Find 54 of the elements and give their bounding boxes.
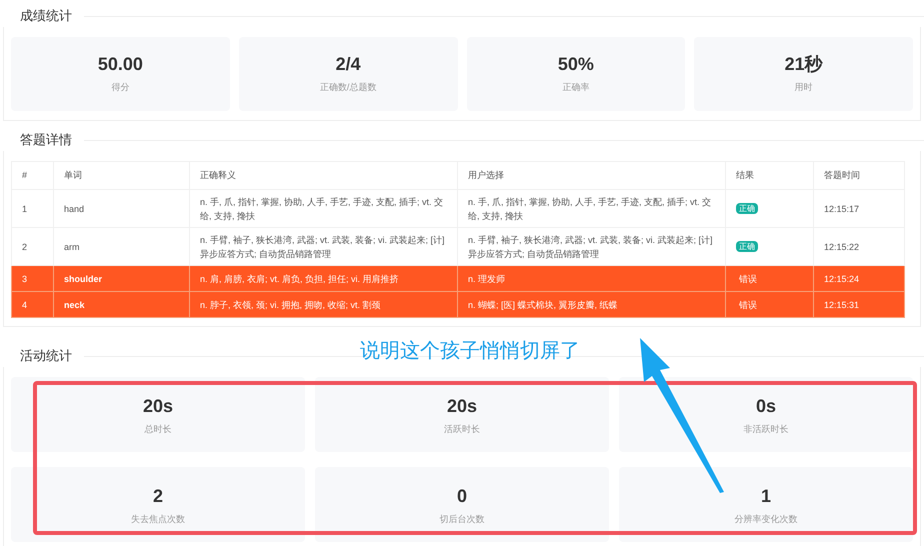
stat-label: 正确率 bbox=[562, 81, 590, 94]
stat-value: 2/4 bbox=[336, 53, 361, 76]
result-tag: 错误 bbox=[736, 274, 760, 284]
table-cell: n. 肩, 肩膀, 衣肩; vt. 肩负, 负担, 担任; vi. 用肩推挤 bbox=[200, 274, 399, 284]
stat-value: 0s bbox=[756, 395, 776, 418]
stat-value: 0 bbox=[456, 485, 467, 508]
result-tag: 正确 bbox=[736, 241, 758, 252]
table-cell: n. 手臂, 袖子, 狭长港湾, 武器; vt. 武装, 装备; vi. 武装起来; [计] 异步应答方式; 自动货品销路管理 bbox=[200, 234, 445, 258]
stat-label: 得分 bbox=[111, 81, 130, 94]
result-tag: 错误 bbox=[736, 300, 760, 310]
column-header: 用户选择 bbox=[468, 170, 504, 180]
table-cell: hand bbox=[64, 204, 84, 214]
table-cell: 3 bbox=[22, 274, 28, 284]
column-header: # bbox=[22, 170, 28, 180]
table-cell: 4 bbox=[22, 300, 28, 310]
table-cell: n. 手, 爪, 指针, 掌握, 协助, 人手, 手艺, 手迹, 支配, 插手; vt. 交给, 支持, 搀扶 bbox=[468, 196, 712, 220]
table-cell: 12:15:22 bbox=[824, 242, 860, 252]
result-tag: 正确 bbox=[736, 203, 758, 214]
table-cell: 12:15:31 bbox=[824, 300, 860, 310]
stat-label: 分辨率变化次数 bbox=[734, 513, 798, 526]
column-header: 答题时间 bbox=[824, 170, 860, 180]
table-cell: n. 蝴蝶; [医] 蝶式棉块, 翼形皮瓣, 纸蝶 bbox=[468, 300, 618, 310]
table-cell: n. 理发师 bbox=[468, 274, 506, 284]
table-cell: 12:15:17 bbox=[824, 204, 860, 214]
stat-label: 正确数/总题数 bbox=[320, 81, 376, 94]
stat-value: 50% bbox=[558, 53, 594, 76]
stat-label: 总时长 bbox=[144, 423, 172, 436]
stat-label: 切后台次数 bbox=[440, 513, 484, 526]
column-header: 单词 bbox=[64, 170, 82, 180]
stat-value: 1 bbox=[760, 485, 771, 508]
table-cell: shoulder bbox=[64, 274, 102, 284]
column-header: 结果 bbox=[736, 170, 754, 180]
stat-value: 20s bbox=[446, 395, 478, 418]
section-title: 成绩统计 bbox=[19, 7, 73, 26]
stat-value: 50.00 bbox=[98, 53, 143, 76]
table-cell: n. 脖子, 衣领, 颈; vi. 拥抱, 拥吻, 收缩; vt. 割颈 bbox=[200, 300, 381, 310]
section-title: 答题详情 bbox=[19, 131, 73, 150]
section-title: 活动统计 bbox=[19, 347, 73, 366]
table-cell: 12:15:24 bbox=[824, 274, 860, 284]
table-cell: 2 bbox=[22, 242, 28, 252]
annotation-text: 说明这个孩子悄悄切屏了 bbox=[360, 339, 580, 364]
table-cell: n. 手, 爪, 指针, 掌握, 协助, 人手, 手艺, 手迹, 支配, 插手; vt. 交给, 支持, 搀扶 bbox=[200, 196, 444, 220]
table-cell: 1 bbox=[22, 204, 28, 214]
stat-label: 失去焦点次数 bbox=[131, 513, 185, 526]
stat-value: 21秒 bbox=[784, 53, 823, 76]
table-cell: arm bbox=[64, 242, 80, 252]
stat-value: 20s bbox=[142, 395, 174, 418]
stat-label: 活跃时长 bbox=[444, 423, 480, 436]
stat-label: 非活跃时长 bbox=[744, 423, 788, 436]
stat-value: 2 bbox=[152, 485, 163, 508]
table-cell: neck bbox=[64, 300, 85, 310]
column-header: 正确释义 bbox=[200, 170, 236, 180]
table-cell: n. 手臂, 袖子, 狭长港湾, 武器; vt. 武装, 装备; vi. 武装起来; [计] 异步应答方式; 自动货品销路管理 bbox=[468, 234, 713, 258]
stat-label: 用时 bbox=[794, 81, 813, 94]
